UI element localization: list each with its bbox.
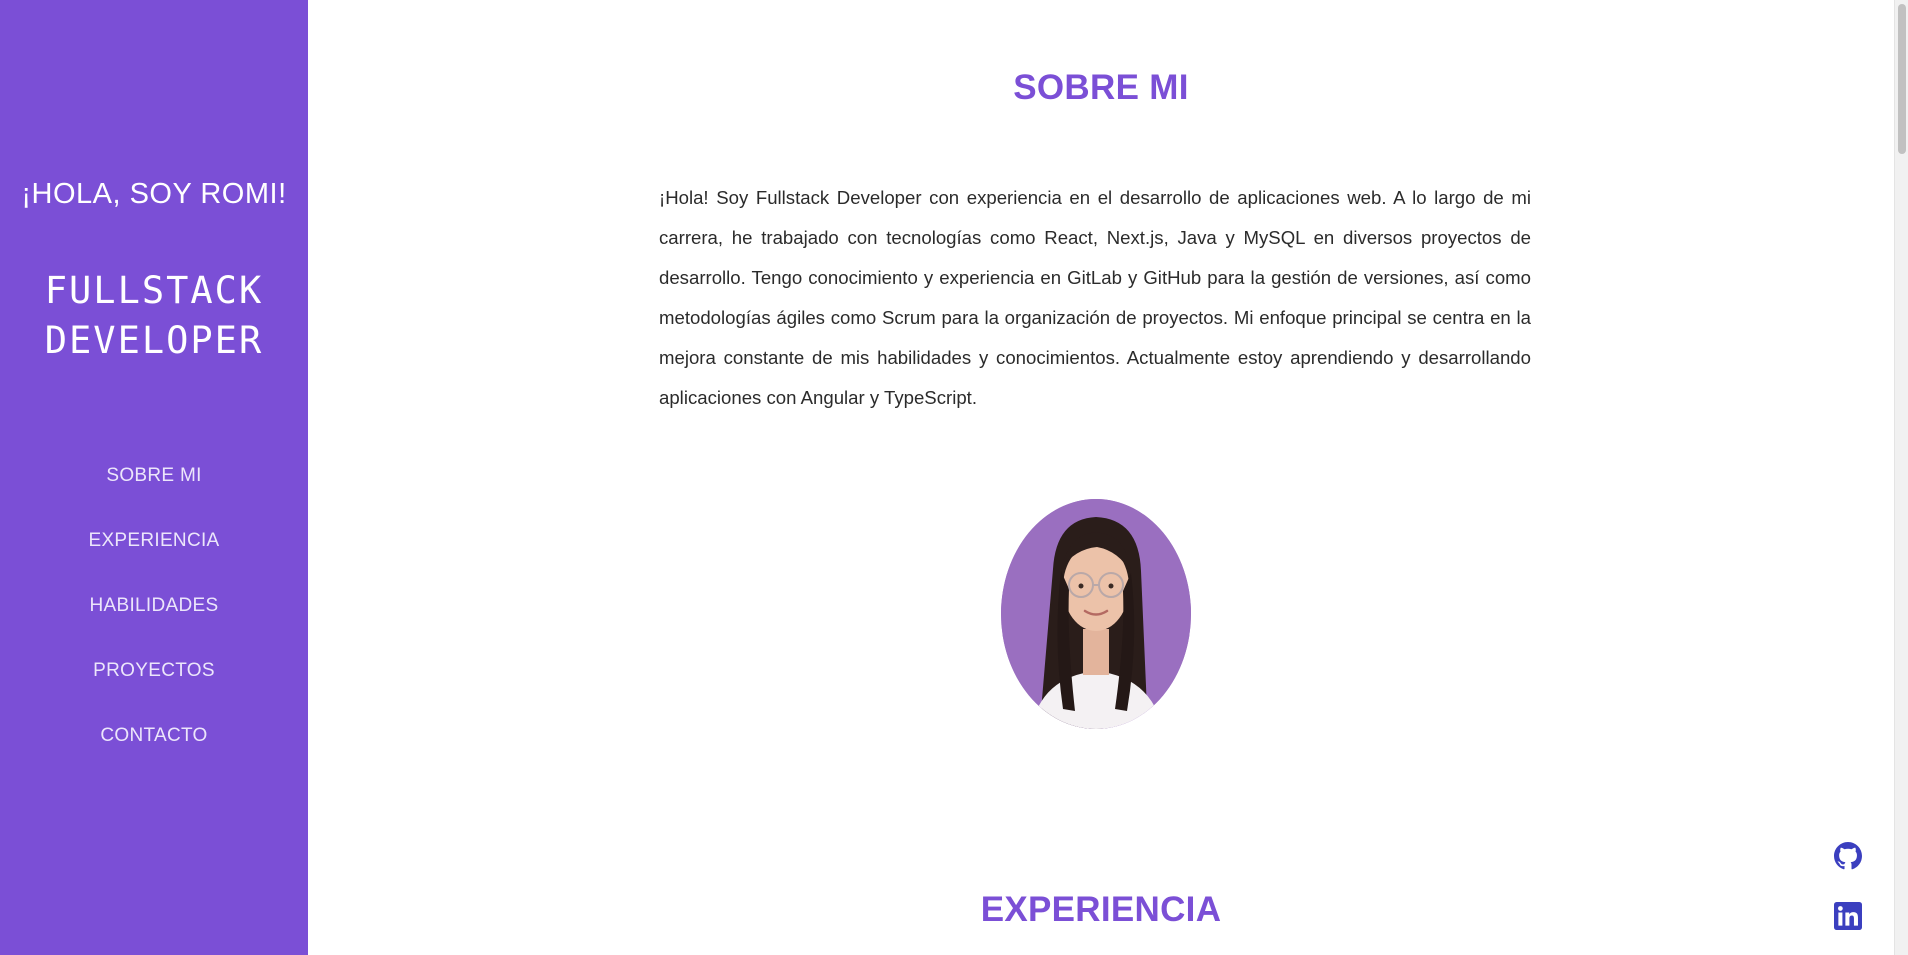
greeting: ¡HOLA, SOY ROMI! — [21, 178, 287, 210]
profile-photo — [1001, 499, 1191, 729]
scrollbar-thumb[interactable] — [1898, 4, 1906, 154]
profile-photo-illustration — [1001, 499, 1191, 729]
nav-item-contacto[interactable]: CONTACTO — [0, 715, 308, 780]
about-text: ¡Hola! Soy Fullstack Developer con exper… — [659, 187, 1531, 408]
linkedin-link[interactable] — [1834, 902, 1862, 930]
role-line-1: FULLSTACK — [44, 269, 264, 312]
nav-item-sobre-mi[interactable]: SOBRE MI — [0, 455, 308, 520]
github-link[interactable] — [1834, 842, 1862, 870]
role-title: FULLSTACK DEVELOPER — [0, 266, 308, 366]
scrollbar[interactable] — [1894, 0, 1908, 955]
nav-item-habilidades[interactable]: HABILIDADES — [0, 585, 308, 650]
sidebar-nav: SOBRE MI EXPERIENCIA HABILIDADES PROYECT… — [0, 455, 308, 780]
experience-title: EXPERIENCIA — [980, 890, 1222, 929]
linkedin-icon — [1834, 902, 1862, 930]
nav-item-proyectos[interactable]: PROYECTOS — [0, 650, 308, 715]
sidebar: ¡HOLA, SOY ROMI! FULLSTACK DEVELOPER SOB… — [0, 0, 308, 955]
about-title: SOBRE MI — [1013, 68, 1189, 107]
main-content: SOBRE MI ¡Hola! Soy Fullstack Developer … — [308, 0, 1894, 955]
role-line-2: DEVELOPER — [44, 319, 264, 362]
github-icon — [1834, 842, 1862, 870]
nav-item-experiencia[interactable]: EXPERIENCIA — [0, 520, 308, 585]
